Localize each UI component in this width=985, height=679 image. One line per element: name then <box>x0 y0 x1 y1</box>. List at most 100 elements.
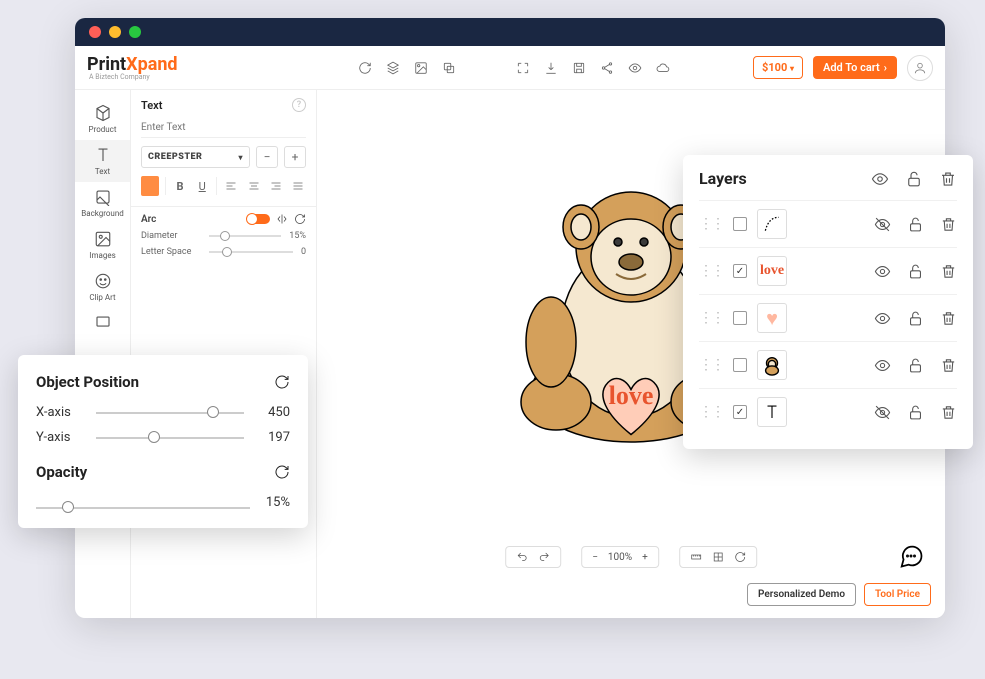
layer-row: ⋮⋮ <box>699 341 957 388</box>
grid-icon[interactable] <box>712 551 724 563</box>
delete-icon[interactable] <box>940 216 957 233</box>
sidebar-label: Clip Art <box>89 293 115 302</box>
sidebar-item-images[interactable]: Images <box>75 224 130 266</box>
align-left-button[interactable] <box>223 177 239 195</box>
drag-handle-icon[interactable]: ⋮⋮ <box>699 310 723 326</box>
drag-handle-icon[interactable]: ⋮⋮ <box>699 263 723 279</box>
color-swatch[interactable] <box>141 176 159 196</box>
sidebar-item-product[interactable]: Product <box>75 98 130 140</box>
ruler-icon[interactable] <box>690 551 702 563</box>
canvas-bottom-toolbar: − 100% + <box>505 546 757 568</box>
minimize-window-dot[interactable] <box>109 26 121 38</box>
increase-button[interactable]: + <box>284 146 306 168</box>
sidebar-item-text[interactable]: Text <box>75 140 130 182</box>
visible-icon[interactable] <box>874 263 891 280</box>
bold-button[interactable]: B <box>172 177 188 195</box>
y-axis-label: Y-axis <box>36 430 86 445</box>
layer-thumbnail[interactable] <box>757 209 787 239</box>
lock-icon[interactable] <box>907 310 924 327</box>
layer-checkbox[interactable] <box>733 264 747 278</box>
lock-icon[interactable] <box>907 263 924 280</box>
x-axis-slider[interactable] <box>96 412 244 414</box>
copy-icon[interactable] <box>442 61 456 75</box>
delete-icon[interactable] <box>940 310 957 327</box>
layers-icon[interactable] <box>386 61 400 75</box>
cloud-icon[interactable] <box>656 61 670 75</box>
visible-icon[interactable] <box>874 310 891 327</box>
price-display: $100 ▾ <box>753 56 803 79</box>
undo-redo-group <box>505 546 561 568</box>
sidebar-item-background[interactable]: Background <box>75 182 130 224</box>
y-axis-slider[interactable] <box>96 437 244 439</box>
layer-checkbox[interactable] <box>733 358 747 372</box>
maximize-window-dot[interactable] <box>129 26 141 38</box>
show-all-icon[interactable] <box>871 170 889 188</box>
lock-icon[interactable] <box>907 216 924 233</box>
add-to-cart-button[interactable]: Add To cart › <box>813 56 897 79</box>
close-window-dot[interactable] <box>89 26 101 38</box>
redo-icon[interactable] <box>538 551 550 563</box>
layer-checkbox[interactable] <box>733 217 747 231</box>
layer-row: ⋮⋮ ♥ <box>699 294 957 341</box>
font-select[interactable]: CREEPSTER▾ <box>141 146 250 168</box>
personalized-demo-button[interactable]: Personalized Demo <box>747 583 856 606</box>
align-right-button[interactable] <box>268 177 284 195</box>
reset-position-icon[interactable] <box>274 374 290 390</box>
zoom-in-button[interactable]: + <box>642 552 648 563</box>
layer-row: ⋮⋮ love <box>699 247 957 294</box>
user-menu[interactable] <box>907 55 933 81</box>
opacity-slider[interactable] <box>36 507 250 509</box>
zoom-out-button[interactable]: − <box>592 552 598 563</box>
download-icon[interactable] <box>544 61 558 75</box>
underline-button[interactable]: U <box>194 177 210 195</box>
layer-checkbox[interactable] <box>733 405 747 419</box>
text-input[interactable] <box>141 118 306 138</box>
letter-space-slider[interactable] <box>209 251 293 253</box>
preview-icon[interactable] <box>628 61 642 75</box>
align-justify-button[interactable] <box>290 177 306 195</box>
layer-checkbox[interactable] <box>733 311 747 325</box>
layer-thumbnail[interactable]: ♥ <box>757 303 787 333</box>
opacity-title: Opacity <box>36 463 87 481</box>
lock-icon[interactable] <box>907 404 924 421</box>
toolbar-icon-group-left <box>358 61 456 75</box>
lock-icon[interactable] <box>907 357 924 374</box>
decrease-button[interactable]: − <box>256 146 278 168</box>
chat-icon[interactable] <box>897 542 925 570</box>
drag-handle-icon[interactable]: ⋮⋮ <box>699 357 723 373</box>
zoom-group: − 100% + <box>581 546 659 568</box>
toolbar-icon-group-right <box>516 61 670 75</box>
visible-icon[interactable] <box>874 357 891 374</box>
refresh-icon[interactable] <box>358 61 372 75</box>
diameter-slider[interactable]: .mini-slider::after{left:var(--pos,15%);… <box>209 235 281 237</box>
layer-thumbnail[interactable] <box>757 397 787 427</box>
drag-handle-icon[interactable]: ⋮⋮ <box>699 216 723 232</box>
delete-icon[interactable] <box>940 404 957 421</box>
layer-thumbnail[interactable] <box>757 350 787 380</box>
image-icon[interactable] <box>414 61 428 75</box>
hidden-icon[interactable] <box>874 404 891 421</box>
refresh-view-icon[interactable] <box>734 551 746 563</box>
delete-icon[interactable] <box>940 263 957 280</box>
share-icon[interactable] <box>600 61 614 75</box>
canvas-text-love[interactable]: love <box>609 381 654 411</box>
tool-price-button[interactable]: Tool Price <box>864 583 931 606</box>
reset-icon[interactable] <box>294 213 306 225</box>
unlock-all-icon[interactable] <box>905 170 923 188</box>
sidebar-item-clipart[interactable]: Clip Art <box>75 266 130 308</box>
align-center-button[interactable] <box>245 177 261 195</box>
save-icon[interactable] <box>572 61 586 75</box>
flip-icon[interactable] <box>276 213 288 225</box>
reset-opacity-icon[interactable] <box>274 464 290 480</box>
help-icon[interactable]: ? <box>292 98 306 112</box>
hidden-icon[interactable] <box>874 216 891 233</box>
drag-handle-icon[interactable]: ⋮⋮ <box>699 404 723 420</box>
layer-thumbnail[interactable]: love <box>757 256 787 286</box>
undo-icon[interactable] <box>516 551 528 563</box>
expand-icon[interactable] <box>516 61 530 75</box>
delete-all-icon[interactable] <box>939 170 957 188</box>
sidebar-item-more[interactable] <box>75 308 130 338</box>
text-tool-panel: Text? CREEPSTER▾ − + B U Arc <box>131 90 317 618</box>
delete-icon[interactable] <box>940 357 957 374</box>
arc-toggle[interactable] <box>248 214 270 224</box>
